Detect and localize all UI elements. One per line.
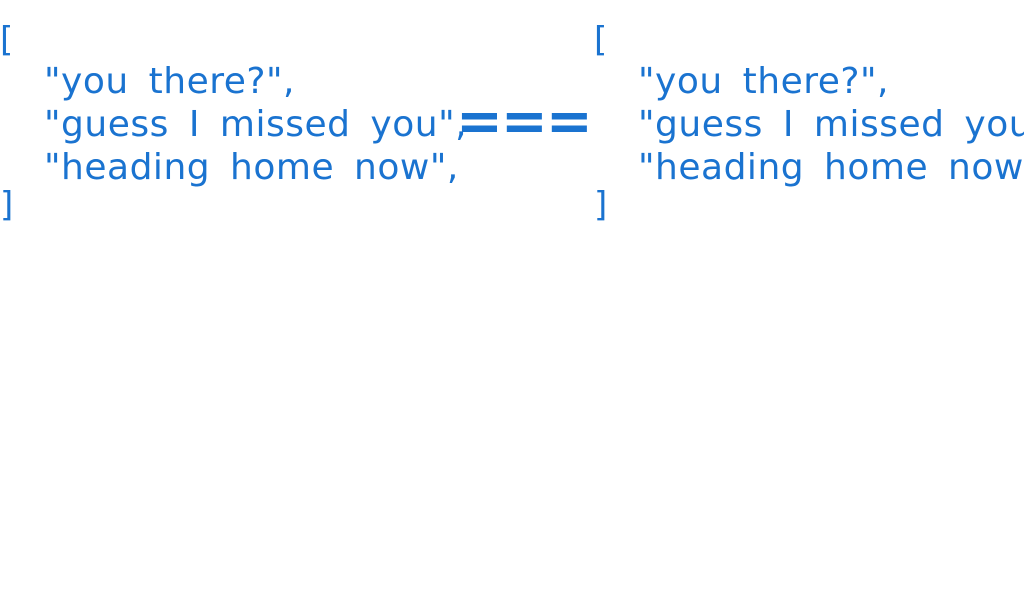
right-open-bracket: [ — [594, 20, 608, 60]
right-array-item-3: "heading home now", — [638, 147, 1024, 188]
right-close-bracket: ] — [594, 185, 608, 225]
left-array-item-3: "heading home now", — [44, 147, 459, 188]
left-array-item-2: "guess I missed you", — [44, 104, 468, 145]
left-close-bracket: ] — [0, 185, 14, 225]
left-array: [ "you there?", "guess I missed you", "h… — [0, 22, 467, 225]
right-array-item-1: "you there?", — [638, 61, 889, 102]
right-array-item-2: "guess I missed you", — [638, 104, 1024, 145]
left-open-bracket: [ — [0, 20, 14, 60]
right-array: [ "you there?", "guess I missed you", "h… — [594, 22, 1024, 225]
left-array-item-1: "you there?", — [44, 61, 295, 102]
strict-equality-operator: === — [456, 89, 593, 154]
